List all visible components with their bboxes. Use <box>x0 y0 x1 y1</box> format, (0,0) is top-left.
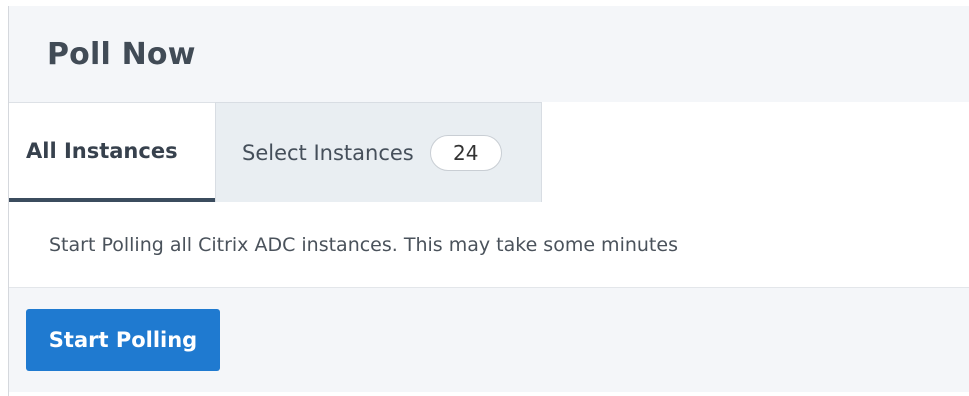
dialog-title: Poll Now <box>47 36 196 72</box>
tab-select-instances-label: Select Instances <box>242 140 414 165</box>
start-polling-button[interactable]: Start Polling <box>26 309 220 371</box>
tab-bar: All Instances Select Instances 24 <box>9 102 969 202</box>
polling-info-text: Start Polling all Citrix ADC instances. … <box>49 233 678 256</box>
dialog-footer: Start Polling <box>9 288 969 392</box>
tab-all-instances-label: All Instances <box>26 138 178 163</box>
poll-now-dialog: Poll Now All Instances Select Instances … <box>8 6 969 396</box>
tab-all-instances[interactable]: All Instances <box>9 102 215 202</box>
tab-select-instances[interactable]: Select Instances 24 <box>215 102 542 202</box>
polling-info-message: Start Polling all Citrix ADC instances. … <box>9 202 969 288</box>
dialog-header: Poll Now <box>9 6 969 102</box>
instance-count-badge: 24 <box>429 134 502 171</box>
